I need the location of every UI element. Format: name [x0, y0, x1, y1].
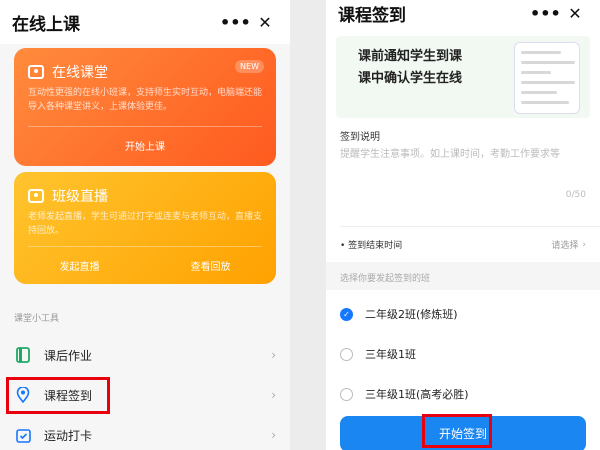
card-description: 互动性更强的在线小班课，支持师生实时互动，电脑端还能导入各种课堂讲义，上课体验更… — [28, 88, 263, 112]
start-live-button[interactable]: 发起直播 — [14, 258, 145, 273]
radio-icon[interactable] — [340, 347, 353, 361]
mini-program-capsule: ••• ✕ — [530, 4, 584, 23]
chevron-right-icon: › — [271, 388, 276, 402]
more-icon[interactable]: ••• — [220, 13, 251, 32]
view-replay-button[interactable]: 查看回放 — [145, 258, 276, 273]
calendar-check-icon — [14, 426, 32, 444]
note-char-count: 0/50 — [565, 190, 586, 200]
class-section: 选择你要发起签到的班 — [326, 262, 600, 290]
classroom-icon — [28, 65, 44, 79]
chevron-right-icon: › — [271, 348, 276, 362]
class-option-label: 二年级2班(修炼班) — [365, 308, 458, 321]
mini-program-capsule: ••• ✕ — [220, 13, 274, 32]
phone-illustration — [514, 42, 580, 114]
end-time-value: 请选择 — [551, 241, 579, 251]
course-checkin-screen: 课程签到 ••• ✕ 课前通知学生到课 课中确认学生在线 签到说明 提醒学生注意… — [326, 0, 600, 450]
close-icon[interactable]: ✕ — [566, 4, 584, 23]
tool-item-label: 运动打卡 — [44, 428, 93, 443]
divider — [28, 246, 262, 247]
online-classroom-card[interactable]: 在线课堂 NEW 互动性更强的在线小班课，支持师生实时互动，电脑端还能导入各种课… — [14, 48, 276, 166]
close-icon[interactable]: ✕ — [256, 13, 274, 32]
tv-icon — [28, 189, 44, 203]
card-description: 老师发起直播，学生可通过打字或连麦与老师互动，直播支持回放。 — [28, 212, 263, 236]
highlight-box — [422, 414, 492, 448]
divider — [340, 226, 600, 227]
card-title: 在线课堂 — [28, 62, 108, 82]
radio-icon[interactable] — [340, 387, 353, 401]
chevron-right-icon: › — [271, 428, 276, 442]
promo-banner: 课前通知学生到课 课中确认学生在线 — [336, 36, 590, 118]
more-icon[interactable]: ••• — [530, 4, 561, 23]
class-option-label: 三年级1班 — [365, 348, 416, 361]
checked-radio-icon[interactable]: ✓ — [340, 307, 353, 321]
start-class-button[interactable]: 开始上课 — [14, 138, 276, 153]
tool-item-homework[interactable]: 课后作业 › — [0, 335, 290, 375]
class-live-card: 班级直播 老师发起直播，学生可通过打字或连麦与老师互动，直播支持回放。 发起直播… — [14, 172, 276, 284]
highlight-box — [6, 377, 110, 414]
card-title-label: 班级直播 — [52, 189, 108, 205]
end-time-label: • 签到结束时间 — [340, 241, 403, 251]
class-section-label: 选择你要发起签到的班 — [340, 274, 431, 284]
page-title: 在线上课 — [12, 14, 80, 35]
online-class-screen: 在线上课 ••• ✕ 在线课堂 NEW 互动性更强的在线小班课，支持师生实时互动… — [0, 0, 290, 450]
banner-line: 课前通知学生到课 — [358, 49, 463, 64]
note-label: 签到说明 — [340, 132, 380, 143]
tools-section-label: 课堂小工具 — [14, 314, 60, 324]
header: 在线上课 ••• ✕ — [0, 0, 290, 44]
divider — [28, 126, 262, 127]
card-title: 班级直播 — [28, 186, 108, 206]
end-time-row[interactable]: • 签到结束时间 请选择 › — [340, 238, 586, 252]
chevron-right-icon: › — [582, 239, 586, 250]
page-title: 课程签到 — [338, 5, 406, 26]
card-title-label: 在线课堂 — [52, 65, 108, 81]
class-option[interactable]: 三年级1班 — [340, 346, 416, 362]
banner-text: 课前通知学生到课 课中确认学生在线 — [358, 46, 462, 90]
banner-line: 课中确认学生在线 — [358, 71, 463, 86]
new-badge: NEW — [235, 60, 264, 73]
class-option[interactable]: 三年级1班(高考必胜) — [340, 386, 469, 402]
note-input[interactable]: 提醒学生注意事项。如上课时间，考勤工作要求等 — [340, 145, 590, 160]
class-option[interactable]: ✓ 二年级2班(修炼班) — [340, 306, 458, 322]
header: 课程签到 ••• ✕ — [326, 0, 600, 26]
class-option-label: 三年级1班(高考必胜) — [365, 388, 469, 401]
book-icon — [14, 346, 32, 364]
tool-item-exercise-checkin[interactable]: 运动打卡 › — [0, 415, 290, 450]
tool-item-label: 课后作业 — [44, 348, 93, 363]
